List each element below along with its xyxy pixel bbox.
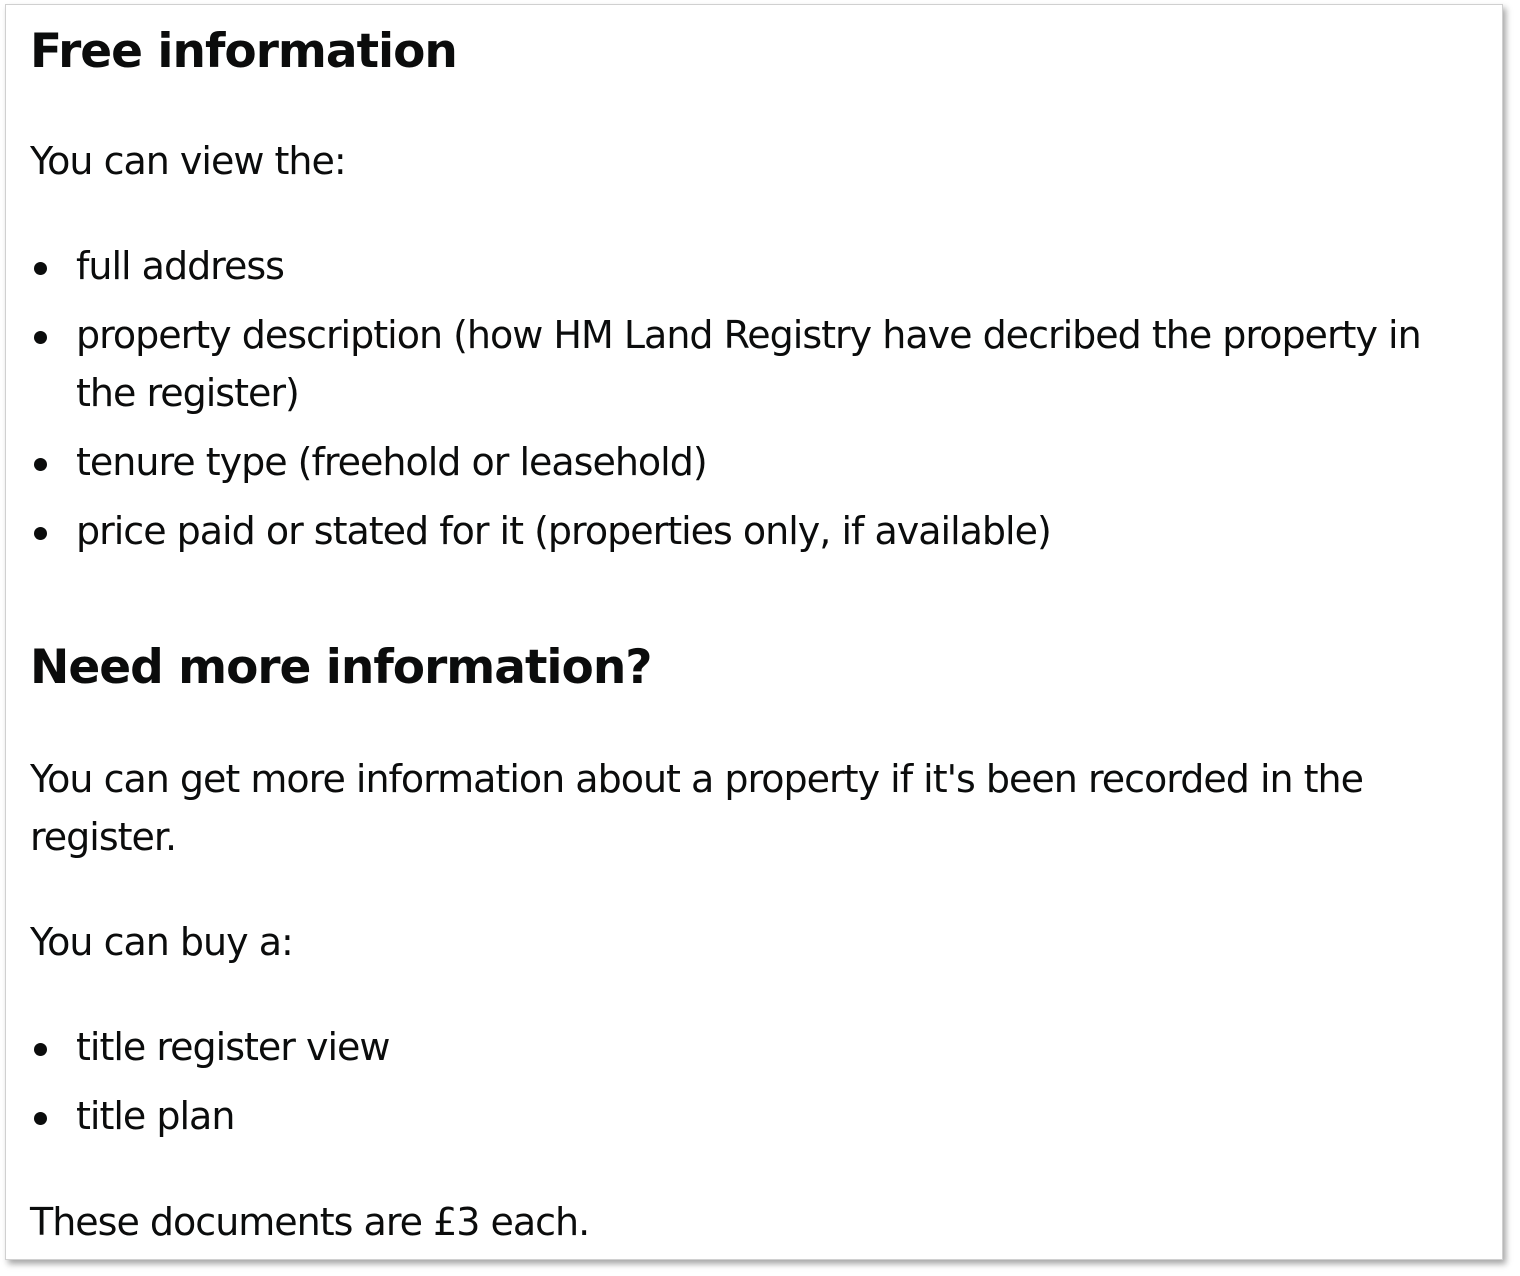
purchasable-documents-list: title register view title plan <box>30 1018 1490 1156</box>
list-item: title register view <box>30 1018 1490 1076</box>
list-item: property description (how HM Land Regist… <box>30 306 1490 422</box>
content-panel: Free information You can view the: full … <box>5 4 1503 1260</box>
need-more-information-heading: Need more information? <box>30 640 653 695</box>
more-information-intro: You can get more information about a pro… <box>30 757 1364 859</box>
free-information-heading: Free information <box>30 24 458 79</box>
free-information-intro: You can view the: <box>30 139 347 183</box>
buy-intro: You can buy a: <box>30 920 294 964</box>
free-information-list: full address property description (how H… <box>30 237 1490 571</box>
list-item: price paid or stated for it (properties … <box>30 502 1490 560</box>
list-item: title plan <box>30 1087 1490 1145</box>
list-item: tenure type (freehold or leasehold) <box>30 433 1490 491</box>
price-note: These documents are £3 each. <box>30 1200 590 1244</box>
list-item: full address <box>30 237 1490 295</box>
